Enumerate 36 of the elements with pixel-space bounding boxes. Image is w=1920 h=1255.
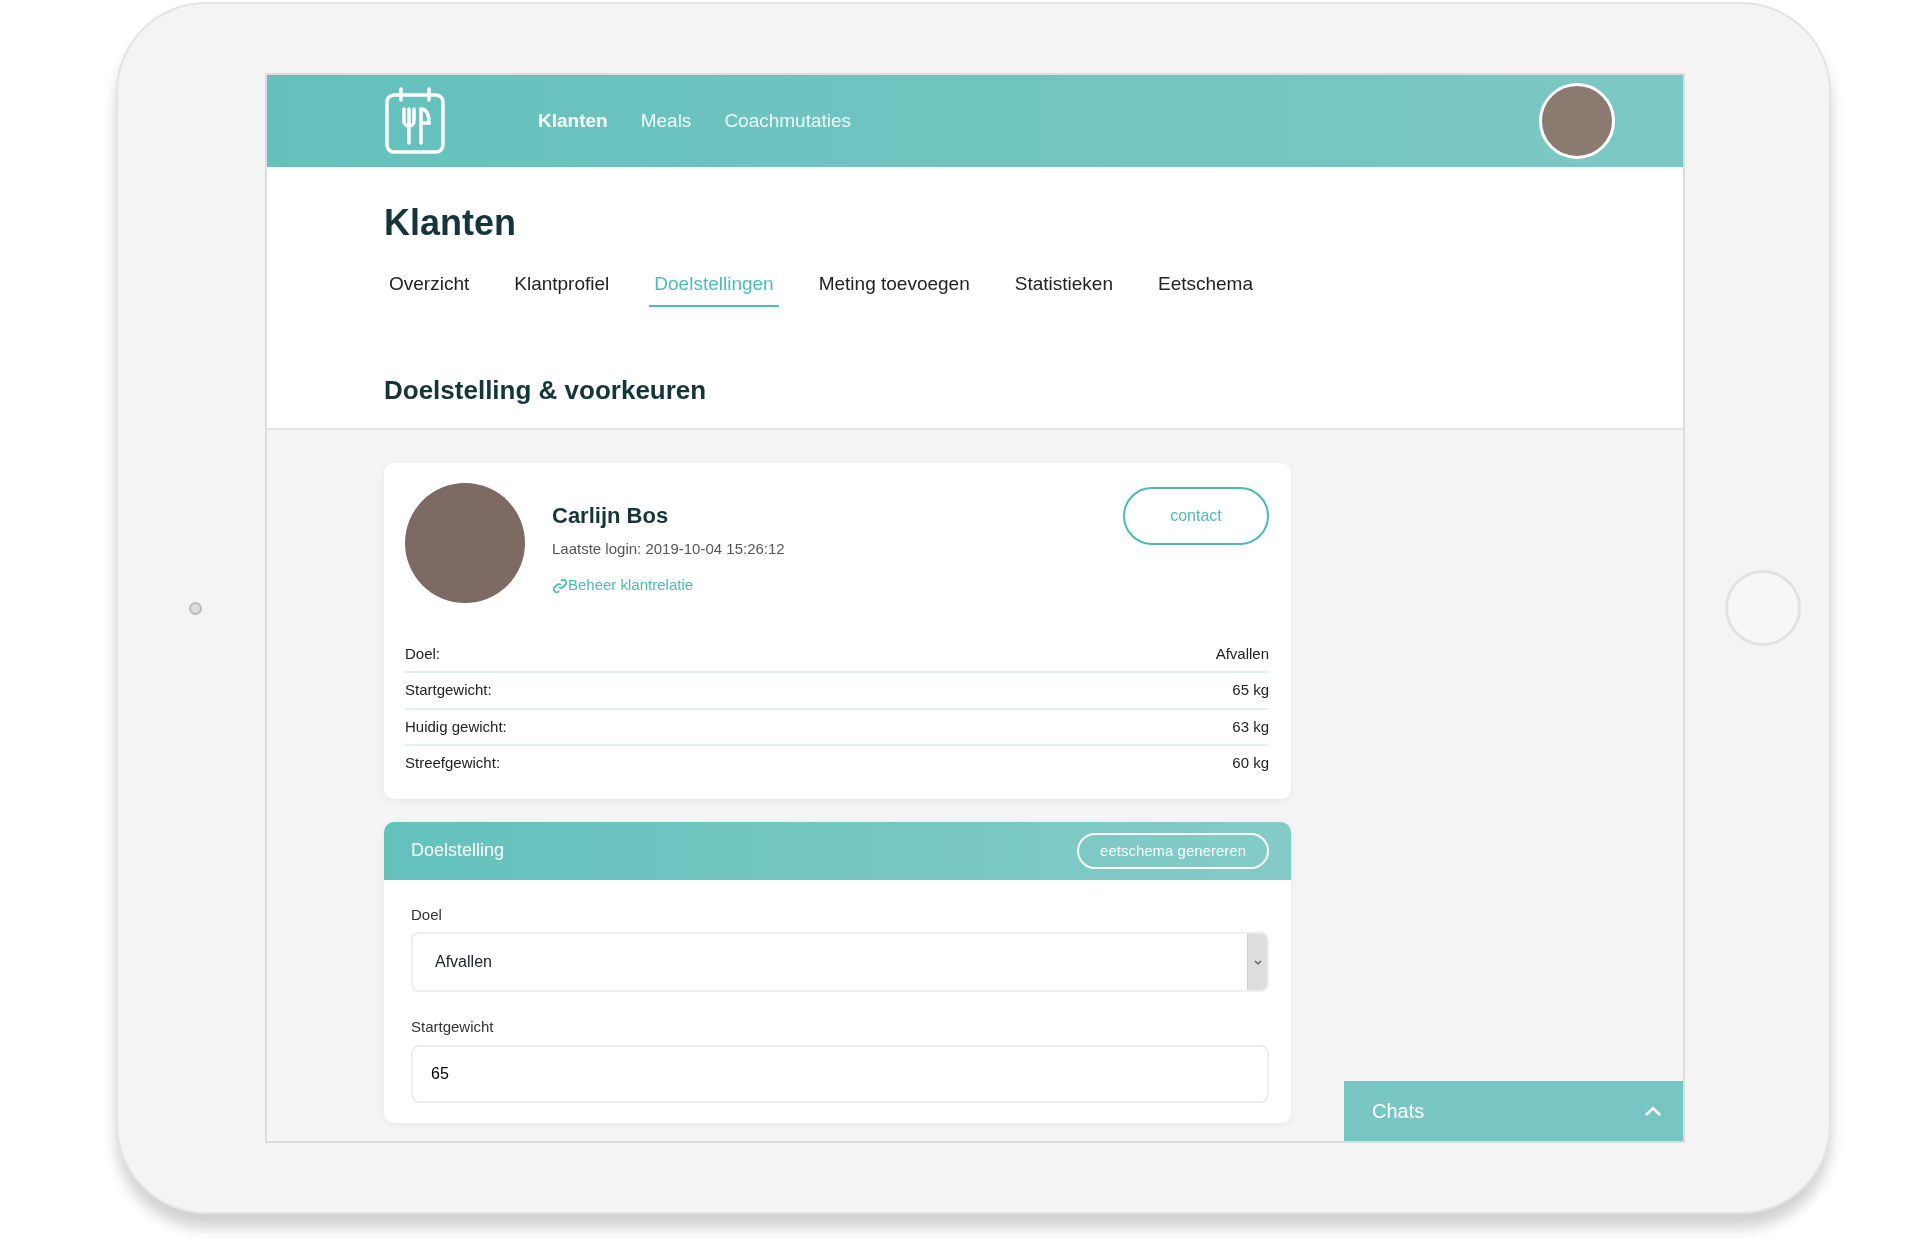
chevron-up-icon[interactable] [1645, 1106, 1661, 1116]
detail-label: Streefgewicht: [405, 753, 501, 774]
nav-link[interactable]: Klanten [538, 106, 608, 136]
detail-label: Huidig gewicht: [405, 716, 507, 737]
tab[interactable]: Meting toevoegen [813, 266, 975, 307]
select-field[interactable]: Afvallen [411, 932, 1269, 993]
tab[interactable]: Klantprofiel [509, 266, 615, 307]
section-heading: Doelstelling & voorkeuren [384, 374, 708, 406]
manage-relation-link[interactable]: Beheer klantrelatie [552, 574, 785, 597]
nav-link[interactable]: Coachmutaties [724, 106, 852, 136]
nav-link[interactable]: Meals [640, 106, 692, 136]
generate-schedule-button[interactable]: eetschema genereren [1077, 832, 1269, 870]
goal-card-title: Doelstelling [411, 839, 505, 863]
detail-value: 60 kg [1232, 753, 1269, 774]
field-label: Doel [411, 904, 443, 925]
link-icon [552, 577, 568, 594]
page-title: Klanten [384, 201, 517, 245]
camera-icon [189, 601, 202, 615]
field-label: Startgewicht [411, 1017, 495, 1038]
chat-panel[interactable]: Chats [1344, 1081, 1683, 1141]
chat-panel-title: Chats [1372, 1099, 1425, 1124]
detail-value: 65 kg [1232, 680, 1269, 701]
tab[interactable]: Doelstellingen [649, 266, 779, 307]
detail-value: 63 kg [1232, 716, 1269, 737]
tab[interactable]: Statistieken [1009, 266, 1118, 307]
detail-label: Startgewicht: [405, 680, 492, 701]
detail-value: Afvallen [1215, 643, 1269, 664]
contact-button[interactable]: contact [1123, 486, 1269, 545]
last-login-text: Laatste login: 2019-10-04 15:26:12 [552, 538, 785, 559]
detail-label: Doel: [405, 643, 441, 664]
select-value: Afvallen [435, 952, 492, 973]
input-field[interactable]: 65 [411, 1044, 1269, 1103]
tab[interactable]: Eetschema [1152, 266, 1258, 307]
calendar-cutlery-icon [384, 87, 446, 155]
client-name: Carlijn Bos [552, 501, 670, 530]
tab[interactable]: Overzicht [384, 266, 475, 307]
